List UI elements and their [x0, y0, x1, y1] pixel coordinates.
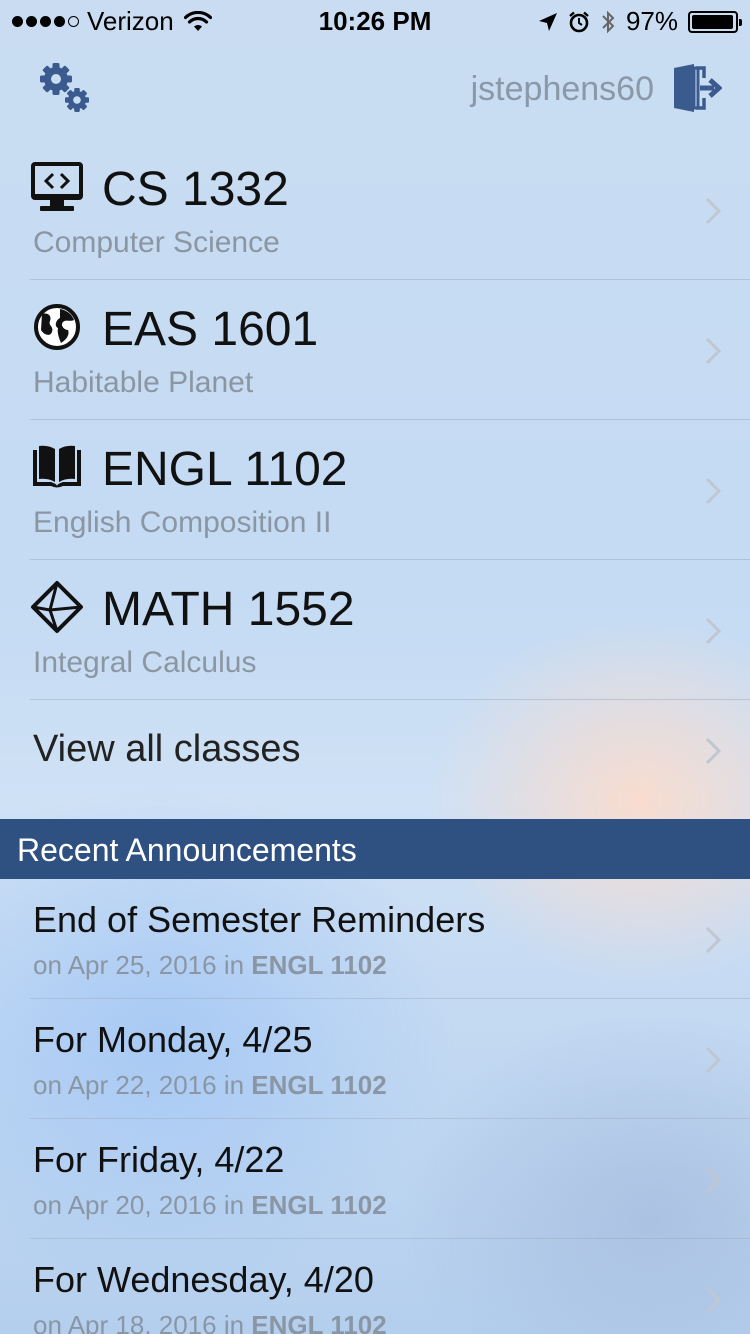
announcement-meta: on Apr 20, 2016 in ENGL 1102 [33, 1190, 387, 1221]
announcement-title: For Friday, 4/22 [33, 1139, 285, 1180]
class-code: ENGL 1102 [102, 443, 348, 496]
announcement-title: For Monday, 4/25 [33, 1019, 313, 1060]
announcement-meta: on Apr 22, 2016 in ENGL 1102 [33, 1070, 387, 1101]
announcement-meta: on Apr 18, 2016 in ENGL 1102 [33, 1310, 387, 1334]
announcement-item[interactable]: For Wednesday, 4/20 on Apr 18, 2016 in E… [0, 1239, 750, 1334]
announcement-course: ENGL 1102 [251, 1070, 387, 1100]
announcement-item[interactable]: For Monday, 4/25 on Apr 22, 2016 in ENGL… [0, 999, 750, 1119]
chevron-right-icon [705, 1286, 722, 1314]
username-label: jstephens60 [470, 70, 654, 108]
announcement-list: End of Semester Reminders on Apr 25, 201… [0, 879, 750, 1334]
class-item-math1552[interactable]: MATH 1552 Integral Calculus [0, 560, 750, 700]
announcements-section-header: Recent Announcements [0, 819, 750, 879]
chevron-right-icon [705, 926, 722, 954]
chevron-right-icon [705, 1166, 722, 1194]
chevron-right-icon [705, 477, 722, 505]
computer-monitor-icon [31, 162, 83, 211]
bluetooth-icon [602, 10, 615, 33]
class-item-engl1102[interactable]: ENGL 1102 English Composition II [0, 420, 750, 560]
announcement-course: ENGL 1102 [251, 1310, 387, 1334]
class-list: CS 1332 Computer Science EAS 1601 Habita… [0, 140, 750, 700]
class-name: English Composition II [33, 506, 332, 539]
class-name: Integral Calculus [33, 646, 257, 679]
announcement-date: on Apr 22, 2016 in [33, 1070, 245, 1100]
chevron-right-icon [705, 1046, 722, 1074]
location-arrow-icon [538, 12, 557, 31]
battery-percent: 97% [625, 6, 678, 36]
chevron-right-icon [705, 617, 722, 645]
announcement-course: ENGL 1102 [251, 950, 387, 980]
globe-icon [34, 304, 80, 350]
alarm-clock-icon [569, 11, 589, 32]
announcement-item[interactable]: For Friday, 4/22 on Apr 20, 2016 in ENGL… [0, 1119, 750, 1239]
chevron-right-icon [705, 737, 722, 765]
status-bar: Verizon 10:26 PM 97% [0, 0, 750, 40]
announcement-meta: on Apr 25, 2016 in ENGL 1102 [33, 950, 387, 981]
class-code: MATH 1552 [102, 583, 355, 636]
chevron-right-icon [705, 197, 722, 225]
class-item-eas1601[interactable]: EAS 1601 Habitable Planet [0, 280, 750, 420]
view-all-classes-row[interactable]: View all classes [0, 700, 750, 818]
chevron-right-icon [705, 337, 722, 365]
announcement-date: on Apr 25, 2016 in [33, 950, 245, 980]
announcement-title: For Wednesday, 4/20 [33, 1259, 374, 1300]
class-item-cs1332[interactable]: CS 1332 Computer Science [0, 140, 750, 280]
status-right: 97% [538, 6, 742, 37]
announcement-title: End of Semester Reminders [33, 899, 486, 940]
view-all-classes-label: View all classes [33, 728, 301, 770]
logout-door-icon[interactable] [670, 62, 723, 114]
announcement-item[interactable]: End of Semester Reminders on Apr 25, 201… [0, 879, 750, 999]
class-name: Computer Science [33, 226, 280, 259]
battery-icon [688, 10, 742, 33]
geometry-shape-icon [31, 581, 83, 633]
battery-level-fill [692, 14, 733, 29]
class-code: EAS 1601 [102, 303, 319, 356]
announcement-date: on Apr 20, 2016 in [33, 1190, 245, 1220]
announcement-date: on Apr 18, 2016 in [33, 1310, 245, 1334]
announcements-header-title: Recent Announcements [17, 832, 357, 868]
open-book-icon [33, 445, 81, 488]
class-name: Habitable Planet [33, 366, 254, 399]
announcement-course: ENGL 1102 [251, 1190, 387, 1220]
gears-icon[interactable] [36, 60, 94, 118]
class-code: CS 1332 [102, 163, 289, 216]
